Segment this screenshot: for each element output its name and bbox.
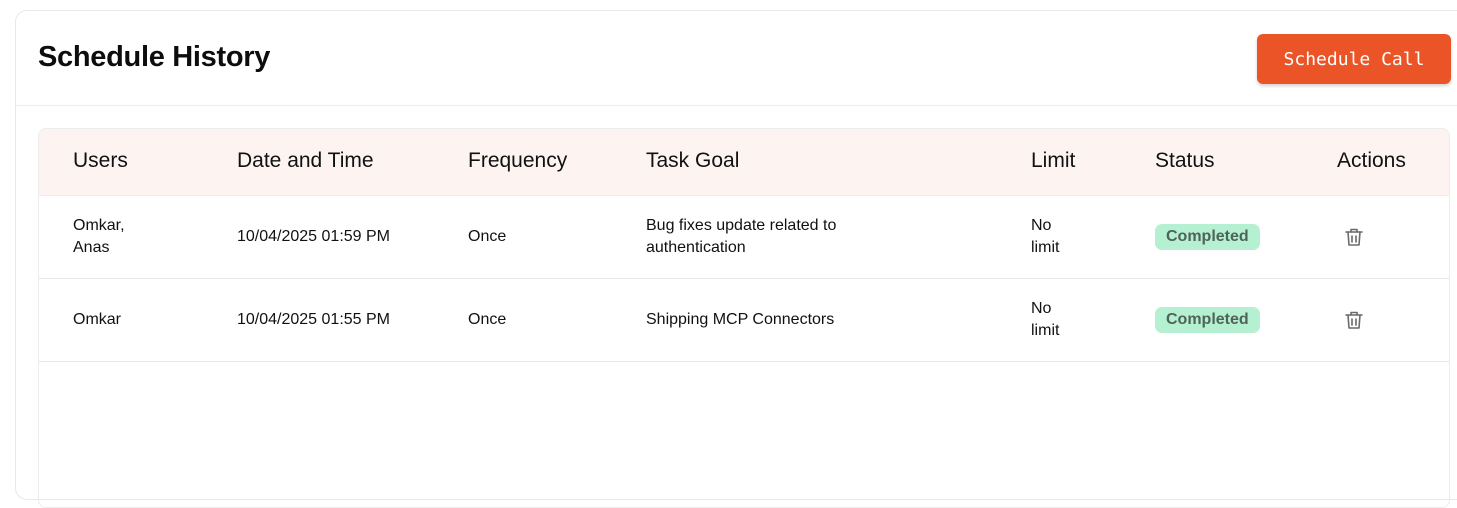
cell-users: Omkar: [73, 311, 121, 328]
trash-icon[interactable]: [1342, 225, 1366, 249]
column-header-date-time: Date and Time: [237, 149, 374, 172]
trash-icon[interactable]: [1342, 308, 1366, 332]
schedule-history-card: Schedule History Schedule Call Users Dat…: [15, 10, 1457, 508]
status-badge: Completed: [1155, 224, 1260, 250]
column-header-frequency: Frequency: [468, 149, 568, 172]
cell-frequency: Once: [468, 311, 507, 328]
cell-users: Omkar, Anas: [73, 217, 125, 256]
schedule-table: Users Date and Time Frequency Task Goal …: [38, 128, 1450, 508]
column-header-task-goal: Task Goal: [646, 149, 740, 172]
page-title: Schedule History: [38, 41, 271, 73]
schedule-call-button[interactable]: Schedule Call: [1257, 34, 1451, 84]
cell-datetime: 10/04/2025 01:55 PM: [237, 311, 391, 328]
cell-task-goal: Shipping MCP Connectors: [646, 311, 835, 328]
cell-datetime: 10/04/2025 01:59 PM: [237, 228, 391, 245]
cell-limit: No limit: [1031, 300, 1060, 339]
cell-limit: No limit: [1031, 217, 1060, 256]
card-header: Schedule History Schedule Call: [16, 11, 1457, 106]
column-header-actions: Actions: [1337, 149, 1406, 172]
table-header: Users Date and Time Frequency Task Goal …: [39, 129, 1449, 196]
column-header-users: Users: [73, 149, 128, 172]
status-badge: Completed: [1155, 307, 1260, 333]
cell-task-goal: Bug fixes update related to authenticati…: [646, 217, 837, 256]
table-row: Omkar 10/04/2025 01:55 PM Once Shipping …: [39, 279, 1449, 362]
cell-frequency: Once: [468, 228, 507, 245]
column-header-limit: Limit: [1031, 149, 1076, 172]
table-row: Omkar, Anas 10/04/2025 01:59 PM Once Bug…: [39, 196, 1449, 279]
column-header-status: Status: [1155, 149, 1215, 172]
